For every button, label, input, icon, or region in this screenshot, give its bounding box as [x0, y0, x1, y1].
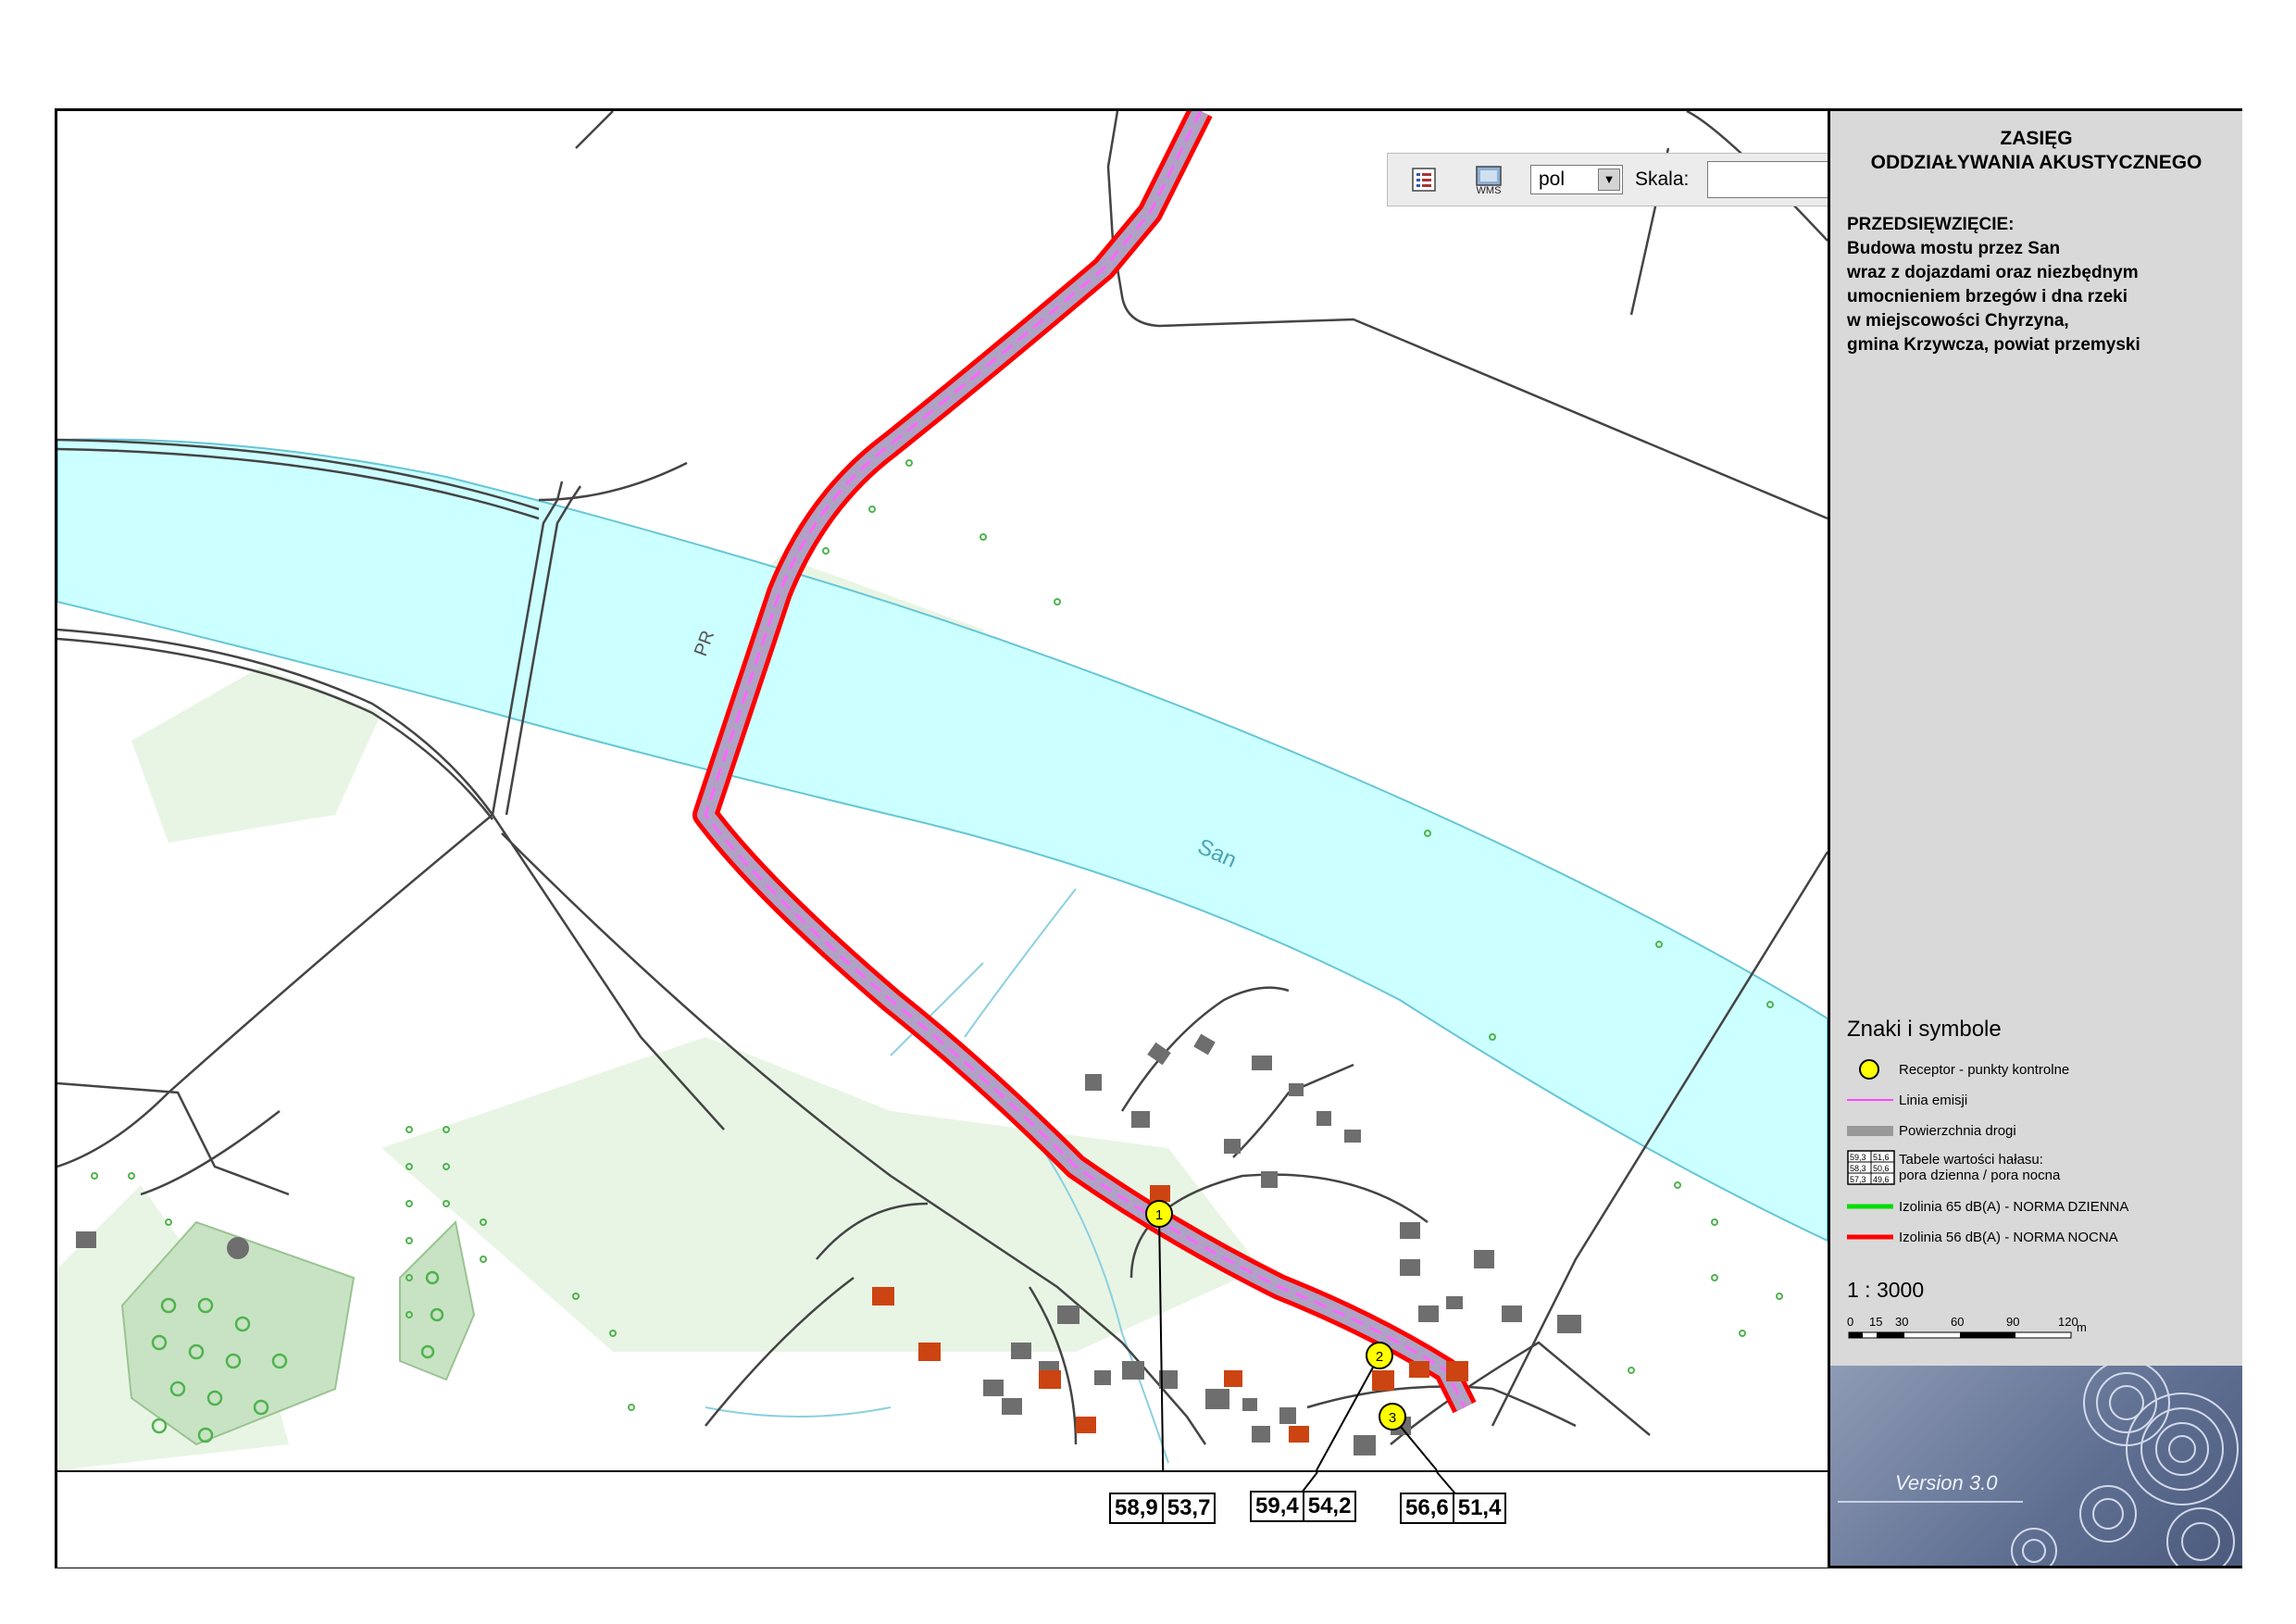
swirl-decoration-icon	[2011, 1366, 2239, 1566]
night-value: 51,4	[1452, 1494, 1505, 1522]
road-surface-icon	[1847, 1126, 1893, 1136]
legend-label: Tabele wartości hałasu:	[1899, 1152, 2043, 1168]
svg-text:49,6: 49,6	[1873, 1175, 1890, 1184]
map-view[interactable]: San PR 1 2 3	[57, 111, 1828, 1470]
receptor-1-label: 1	[1155, 1207, 1163, 1223]
receptor-2[interactable]: 2	[1366, 1342, 1393, 1369]
chevron-down-icon: ▼	[1598, 169, 1620, 191]
version-underline	[1838, 1501, 2023, 1503]
scale-label: Skala:	[1635, 169, 1690, 190]
scale-input[interactable]	[1707, 161, 1828, 198]
legend-label: Izolinia 65 dB(A) - NORMA DZIENNA	[1899, 1198, 2129, 1215]
night-value: 54,2	[1302, 1493, 1355, 1520]
legend-panel-info: ZASIĘG ODDZIAŁYWANIA AKUSTYCZNEGO PRZEDS…	[1830, 111, 2242, 1366]
night-value: 53,7	[1161, 1494, 1215, 1522]
forest-area-2	[399, 1219, 476, 1381]
noise-value-box-1: 58,9 53,7	[1109, 1493, 1217, 1524]
noise-value-box-3: 56,6 51,4	[1400, 1493, 1507, 1524]
scale-bar	[1848, 1331, 2072, 1339]
green-line-icon	[1847, 1204, 1893, 1209]
legend-panel: ZASIĘG ODDZIAŁYWANIA AKUSTYCZNEGO PRZEDS…	[1828, 111, 2242, 1566]
noise-value-box-2: 59,4 54,2	[1250, 1491, 1357, 1522]
legend-label: Linia emisji	[1899, 1092, 1968, 1108]
list-icon	[1412, 168, 1436, 192]
legend-item-isoline-day: Izolinia 65 dB(A) - NORMA DZIENNA	[1847, 1194, 2128, 1218]
scale-bar-labels: 0 15 30 60 90 120 m	[1847, 1315, 2087, 1334]
legend-title: Znaki i symbole	[1847, 1017, 2002, 1042]
project-heading: PRZEDSIĘWZIĘCIE:	[1847, 215, 2015, 234]
svg-text:51,6: 51,6	[1873, 1153, 1890, 1162]
wms-button[interactable]: WMS	[1473, 165, 1504, 196]
legend-item-road: Powierzchnia drogi	[1847, 1118, 2016, 1143]
language-select[interactable]: pol ▼	[1530, 165, 1623, 194]
emission-line-icon	[1847, 1099, 1893, 1101]
legend-item-noise-table: 59,3 51,6 58,3 50,6 57,3 49,6 Tabele war…	[1847, 1148, 2060, 1187]
receptor-1[interactable]: 1	[1145, 1200, 1173, 1228]
language-value: pol	[1539, 169, 1566, 190]
project-line-1: Budowa mostu przez San	[1847, 239, 2061, 258]
legend-label-2: pora dzienna / pora nocna	[1899, 1168, 2061, 1183]
receptor-2-label: 2	[1376, 1349, 1383, 1365]
scale-ratio: 1 : 3000	[1847, 1278, 1925, 1302]
legend-label: Izolinia 56 dB(A) - NORMA NOCNA	[1899, 1229, 2118, 1245]
leader-continuation	[1292, 1472, 1466, 1505]
svg-text:59,3: 59,3	[1850, 1153, 1866, 1162]
version-badge: Version 3.0	[1830, 1366, 2242, 1566]
day-value: 58,9	[1115, 1495, 1158, 1520]
receptor-circle-icon	[1859, 1059, 1879, 1080]
legend-item-isoline-night: Izolinia 56 dB(A) - NORMA NOCNA	[1847, 1225, 2118, 1249]
svg-text:WMS: WMS	[1477, 185, 1502, 194]
day-value: 56,6	[1405, 1495, 1449, 1520]
noise-table-icon: 59,3 51,6 58,3 50,6 57,3 49,6	[1847, 1150, 1895, 1185]
project-line-5: gmina Krzywcza, powiat przemyski	[1847, 335, 2140, 355]
red-line-icon	[1847, 1234, 1893, 1240]
wms-icon: WMS	[1476, 166, 1502, 196]
map-toolbar: WMS pol ▼ Skala:	[1387, 153, 1828, 206]
layer-list-button[interactable]	[1408, 165, 1440, 194]
panel-title-line1: ZASIĘG	[2000, 128, 2073, 149]
svg-text:57,3: 57,3	[1850, 1175, 1866, 1184]
svg-text:50,6: 50,6	[1873, 1164, 1890, 1173]
receptor-3-label: 3	[1389, 1410, 1396, 1426]
panel-title-line2: ODDZIAŁYWANIA AKUSTYCZNEGO	[1870, 152, 2202, 173]
project-line-3: umocnieniem brzegów i dna rzeki	[1847, 287, 2128, 306]
version-label: Version 3.0	[1895, 1471, 1998, 1494]
legend-label: Powierzchnia drogi	[1899, 1122, 2016, 1139]
svg-text:58,3: 58,3	[1850, 1164, 1866, 1173]
value-table-strip	[57, 1470, 1828, 1568]
day-value: 59,4	[1255, 1493, 1299, 1518]
project-line-4: w miejscowości Chyrzyna,	[1847, 311, 2069, 331]
legend-item-emission: Linia emisji	[1847, 1088, 1967, 1112]
legend-label: Receptor - punkty kontrolne	[1899, 1061, 2070, 1078]
project-line-2: wraz z dojazdami oraz niezbędnym	[1847, 263, 2139, 282]
legend-item-receptor: Receptor - punkty kontrolne	[1847, 1057, 2069, 1081]
receptor-3[interactable]: 3	[1379, 1403, 1406, 1430]
